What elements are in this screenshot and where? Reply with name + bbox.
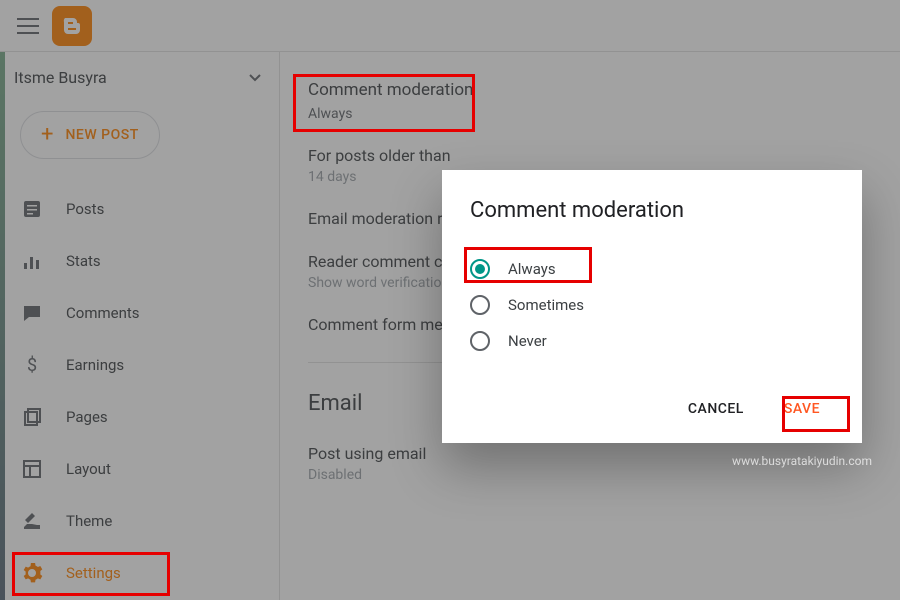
radio-unselected-icon bbox=[470, 331, 490, 351]
radio-selected-icon bbox=[470, 259, 490, 279]
radio-option-always[interactable]: Always bbox=[470, 251, 834, 287]
radio-option-never[interactable]: Never bbox=[470, 323, 834, 359]
radio-label: Never bbox=[508, 332, 547, 350]
save-button[interactable]: SAVE bbox=[770, 391, 834, 427]
comment-moderation-dialog: Comment moderation Always Sometimes Neve… bbox=[442, 170, 862, 443]
radio-option-sometimes[interactable]: Sometimes bbox=[470, 287, 834, 323]
watermark: www.busyratakiyudin.com bbox=[732, 454, 872, 468]
cancel-button[interactable]: CANCEL bbox=[674, 391, 758, 427]
dialog-title: Comment moderation bbox=[470, 198, 834, 223]
radio-label: Always bbox=[508, 260, 556, 278]
radio-unselected-icon bbox=[470, 295, 490, 315]
radio-label: Sometimes bbox=[508, 296, 584, 314]
